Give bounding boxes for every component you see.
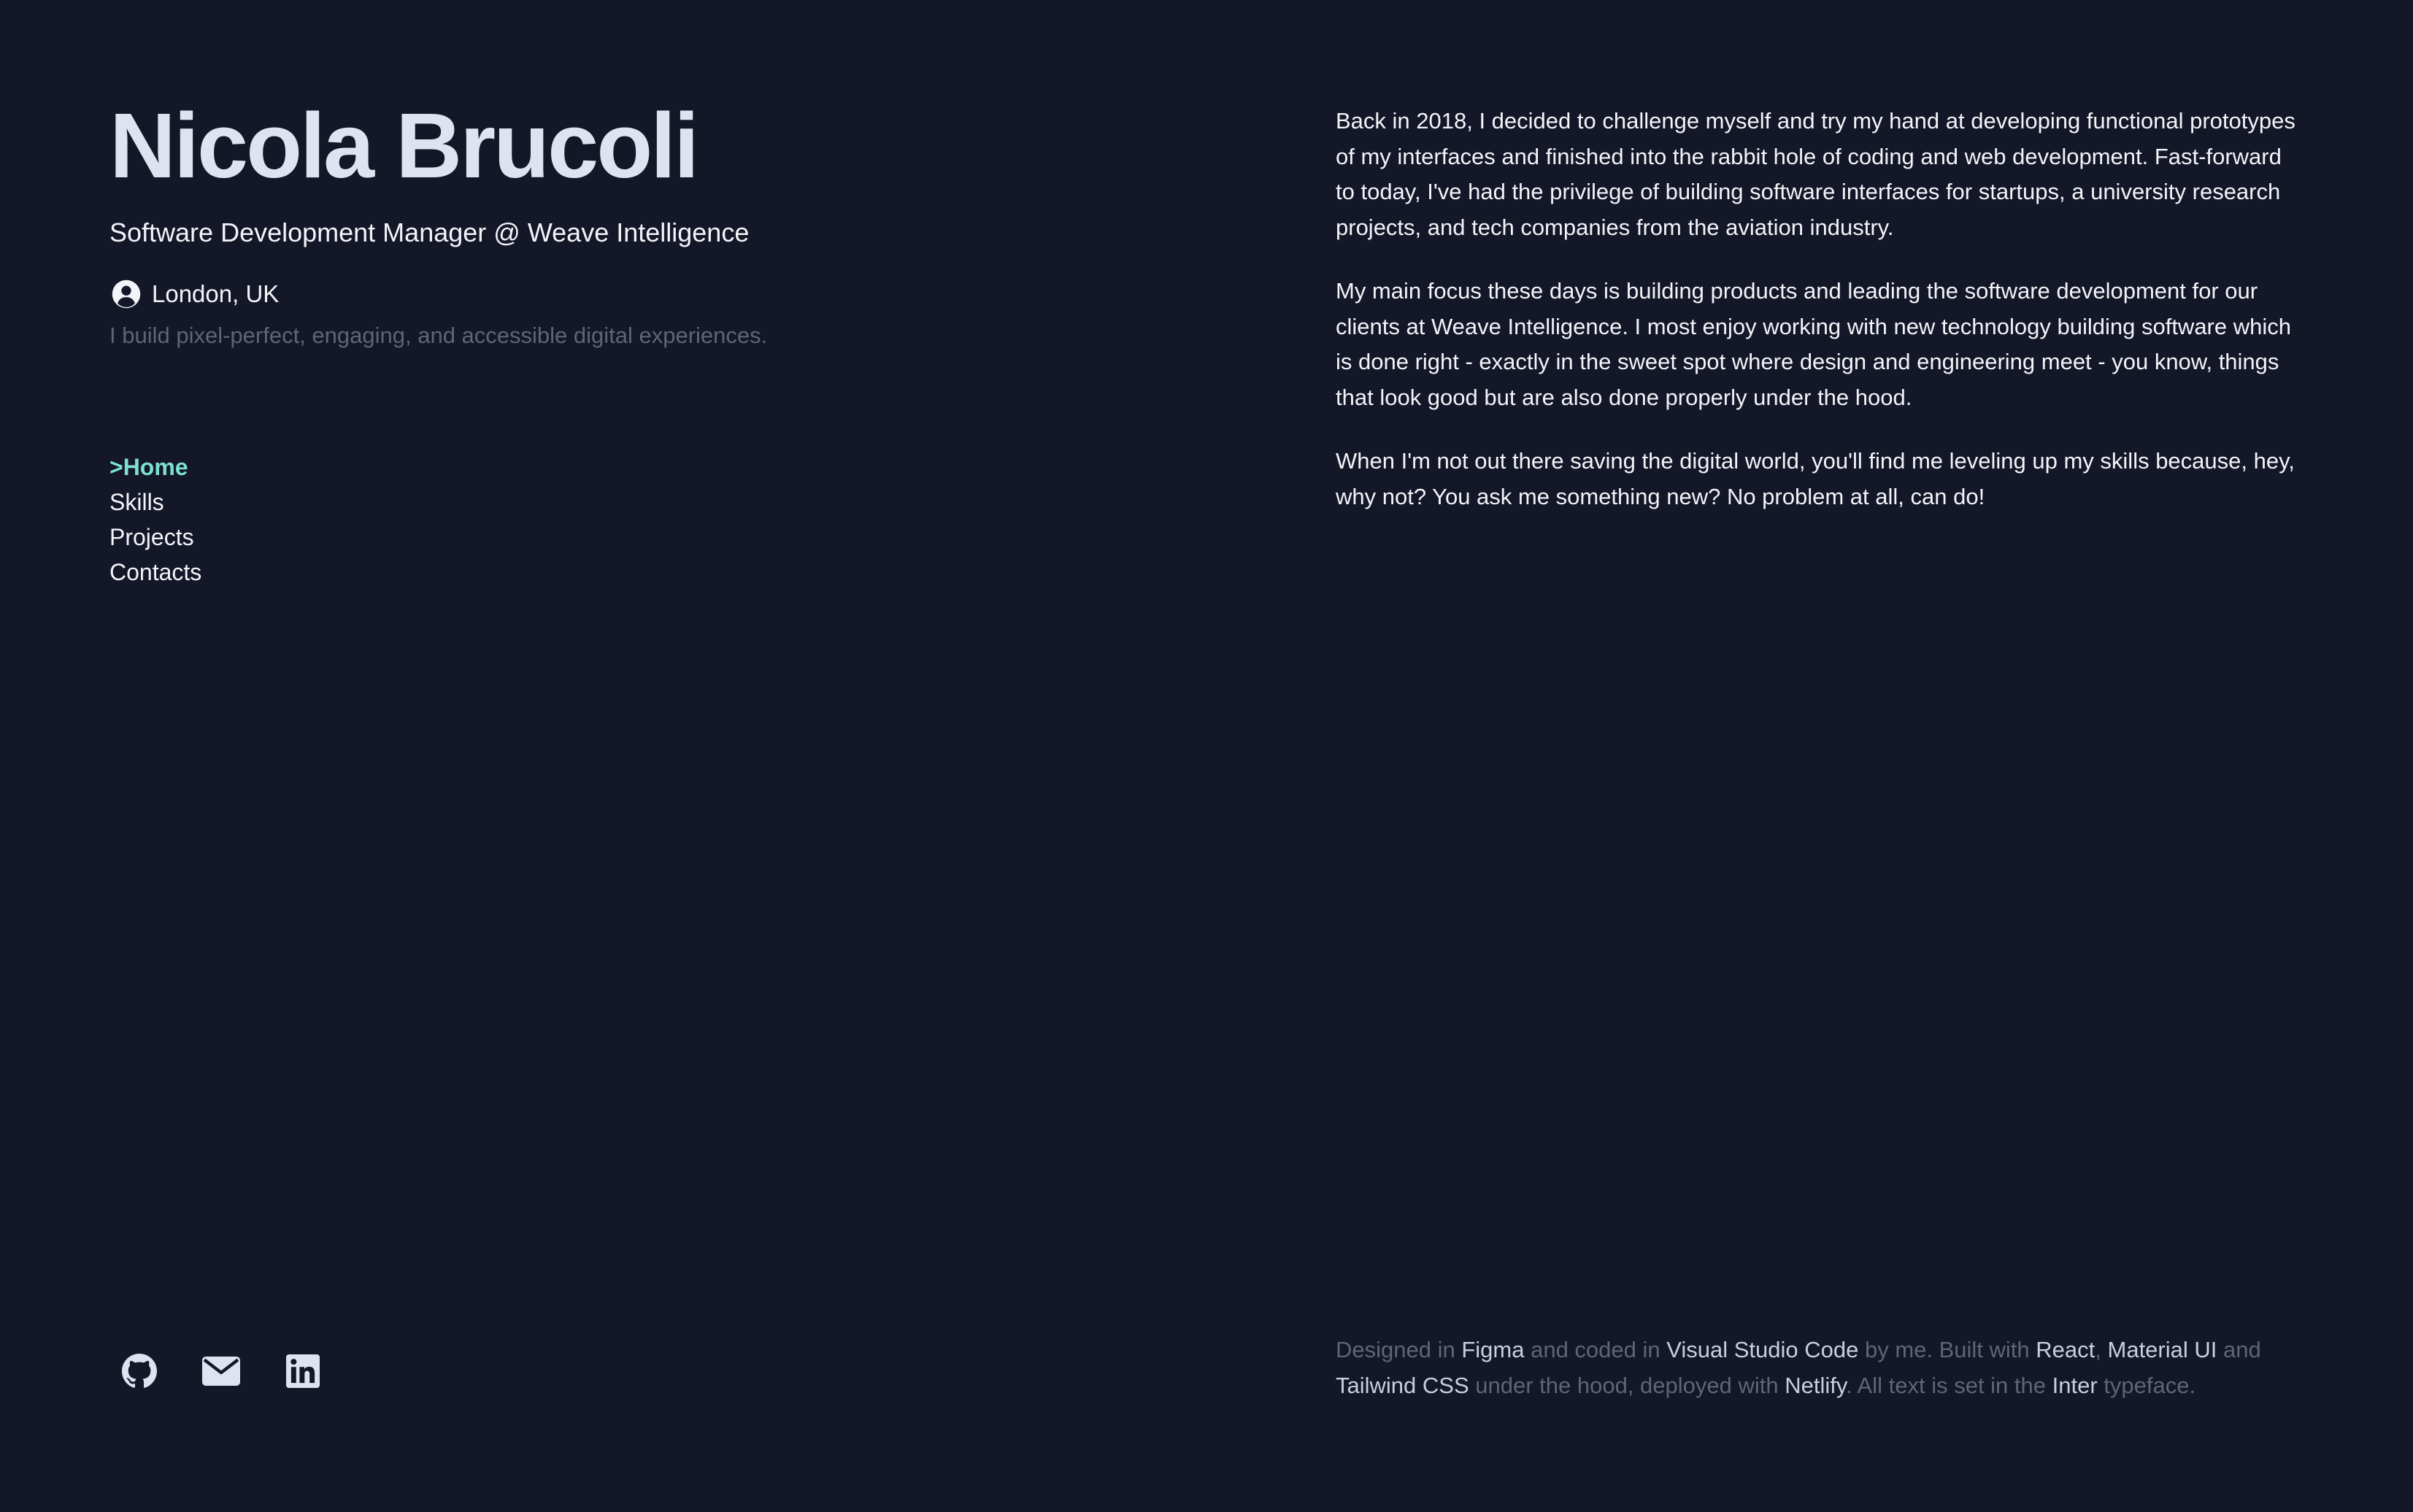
figma-link[interactable]: Figma xyxy=(1461,1337,1524,1362)
social-links xyxy=(120,1352,322,1390)
location-text: London, UK xyxy=(152,280,280,307)
credits-text: and xyxy=(2217,1337,2261,1362)
tailwind-link[interactable]: Tailwind CSS xyxy=(1336,1373,1469,1398)
material-ui-link[interactable]: Material UI xyxy=(2108,1337,2217,1362)
profile-tagline: I build pixel-perfect, engaging, and acc… xyxy=(109,323,768,348)
main-nav: >Home Skills Projects Contacts xyxy=(109,450,201,590)
react-link[interactable]: React xyxy=(2036,1337,2095,1362)
credits-text: typeface. xyxy=(2097,1372,2196,1398)
profile-location: London, UK xyxy=(111,279,279,309)
about-paragraph-1: Back in 2018, I decided to challenge mys… xyxy=(1336,108,2295,240)
credits-text: under the hood, deployed with xyxy=(1469,1372,1785,1398)
user-circle-icon xyxy=(111,279,142,309)
linkedin-icon[interactable] xyxy=(284,1352,322,1390)
nav-item-contacts[interactable]: Contacts xyxy=(109,555,201,590)
vscode-link[interactable]: Visual Studio Code xyxy=(1666,1337,1858,1362)
mail-icon[interactable] xyxy=(202,1352,240,1390)
nav-item-home[interactable]: >Home xyxy=(109,450,201,485)
credits-text: . All text is set in the xyxy=(1846,1372,2052,1398)
credits-text: , xyxy=(2095,1337,2108,1362)
profile-name: Nicola Brucoli xyxy=(109,94,699,197)
page: Nicola Brucoli Software Development Mana… xyxy=(0,0,2413,1512)
about-section: Back in 2018, I decided to challenge mys… xyxy=(1336,104,2299,543)
netlify-link[interactable]: Netlify xyxy=(1785,1373,1846,1398)
about-paragraph-3: When I'm not out there saving the digita… xyxy=(1336,448,2295,509)
github-icon[interactable] xyxy=(120,1352,158,1390)
site-credits: Designed in Figma and coded in Visual St… xyxy=(1336,1332,2306,1403)
nav-item-skills[interactable]: Skills xyxy=(109,485,201,520)
about-paragraph-2: My main focus these days is building pro… xyxy=(1336,278,2291,410)
credits-text: and coded in xyxy=(1524,1337,1667,1362)
credits-text: Designed in xyxy=(1336,1337,1462,1362)
credits-text: by me. Built with xyxy=(1858,1337,2036,1362)
nav-item-projects[interactable]: Projects xyxy=(109,520,201,555)
inter-link[interactable]: Inter xyxy=(2052,1373,2098,1398)
profile-role: Software Development Manager @ Weave Int… xyxy=(109,217,750,247)
